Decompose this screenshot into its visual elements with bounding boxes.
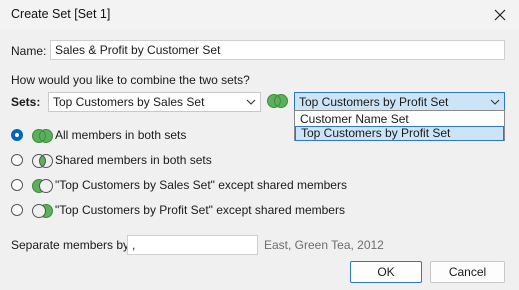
close-button[interactable]	[489, 4, 511, 26]
left-set-value: Top Customers by Sales Set	[53, 95, 205, 109]
separator-example: East, Green Tea, 2012	[264, 238, 384, 252]
radio-all-members[interactable]	[11, 129, 23, 141]
name-input[interactable]: Sales & Profit by Customer Set	[50, 40, 505, 60]
separator-label: Separate members by	[11, 238, 130, 252]
option-shared-members[interactable]: Shared members in both sets	[11, 153, 311, 169]
dropdown-option[interactable]: Customer Name Set	[295, 112, 504, 126]
separator-input[interactable]: ,	[127, 235, 258, 255]
title-bar: Create Set [Set 1]	[0, 0, 519, 30]
close-icon	[494, 9, 506, 21]
name-label: Name:	[11, 44, 47, 58]
radio-left-except[interactable]	[11, 179, 23, 191]
right-set-select[interactable]: Top Customers by Profit Set	[294, 92, 505, 112]
right-set-dropdown-list: Customer Name Set Top Customers by Profi…	[294, 110, 505, 141]
venn-left-except-icon	[32, 179, 53, 193]
ok-button[interactable]: OK	[350, 261, 422, 283]
radio-shared-members[interactable]	[11, 154, 23, 166]
radio-right-except[interactable]	[11, 204, 23, 216]
chevron-down-icon	[246, 99, 256, 105]
combine-question: How would you like to combine the two se…	[11, 73, 250, 87]
venn-union-icon	[32, 129, 53, 143]
option-label: All members in both sets	[55, 128, 187, 142]
sets-label: Sets:	[11, 95, 41, 109]
venn-swap-icon[interactable]	[266, 93, 290, 109]
right-set-value: Top Customers by Profit Set	[299, 95, 449, 109]
option-label: Shared members in both sets	[55, 153, 212, 167]
cancel-button[interactable]: Cancel	[430, 261, 505, 283]
option-left-except[interactable]: "Top Customers by Sales Set" except shar…	[11, 178, 371, 194]
option-all-members[interactable]: All members in both sets	[11, 128, 311, 144]
chevron-down-icon	[490, 99, 500, 105]
dropdown-option-selected[interactable]: Top Customers by Profit Set	[295, 126, 504, 141]
option-label: "Top Customers by Profit Set" except sha…	[55, 203, 345, 217]
option-right-except[interactable]: "Top Customers by Profit Set" except sha…	[11, 203, 381, 219]
window-title: Create Set [Set 1]	[11, 7, 111, 21]
option-label: "Top Customers by Sales Set" except shar…	[55, 178, 347, 192]
venn-right-except-icon	[32, 204, 53, 218]
left-set-select[interactable]: Top Customers by Sales Set	[48, 92, 261, 112]
venn-intersection-icon	[32, 154, 53, 168]
